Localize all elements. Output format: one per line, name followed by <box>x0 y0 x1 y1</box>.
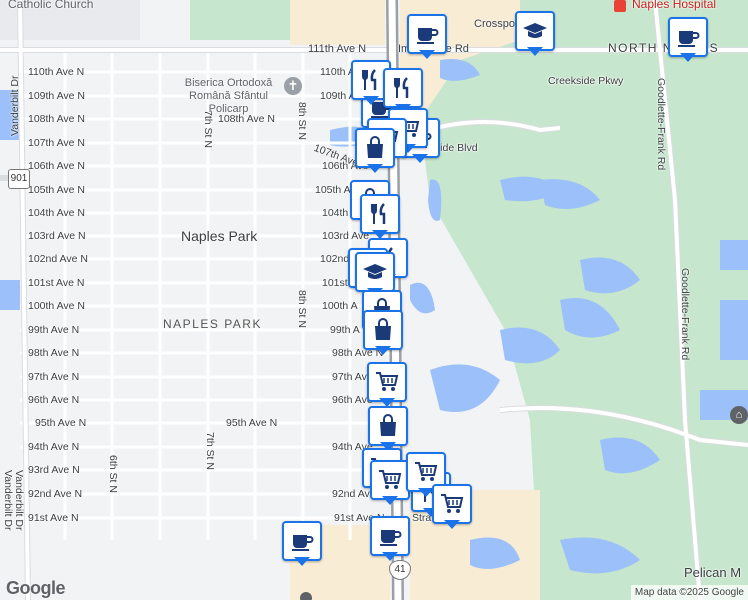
avenue-label-east: 100th A <box>322 300 358 312</box>
map-marker-school[interactable] <box>515 11 555 57</box>
street-8th-north: 8th St N <box>296 102 308 140</box>
avenue-label-west: 109th Ave N <box>28 90 86 102</box>
avenue-label-west: 91st Ave N <box>28 512 79 524</box>
cafe-icon <box>668 17 708 57</box>
avenue-label-west: 98th Ave N <box>28 347 80 359</box>
avenue-label-west: 106th Ave N <box>28 160 86 172</box>
map-marker-cafe[interactable] <box>668 17 708 63</box>
street-goodlette: Goodlette-Frank Rd <box>655 78 667 171</box>
school-icon <box>515 11 555 51</box>
avenue-label-west: 95th Ave N <box>35 417 87 429</box>
restaurant-icon <box>383 68 423 108</box>
avenue-label-east: 104th <box>322 207 349 219</box>
marker-tip <box>363 96 379 105</box>
avenue-label-east: 105th A <box>315 184 351 196</box>
restaurant-icon <box>360 194 400 234</box>
transit-icon <box>300 592 312 600</box>
map-marker-restaurant[interactable] <box>360 194 400 240</box>
church-icon: ✝ <box>284 77 302 95</box>
avenue-label-west: 105th Ave N <box>28 184 86 196</box>
avenue-label-west: 102nd Ave N <box>28 253 88 265</box>
cafe-icon <box>407 14 447 54</box>
avenue-label-west: 92nd Ave N <box>28 488 83 500</box>
grocery-icon <box>370 460 410 500</box>
street-creekside-pkwy: Creekside Pkwy <box>548 75 624 87</box>
grocery-icon <box>432 484 472 524</box>
poi-orthodox-church[interactable]: Biserica Ortodoxă Română Sfântul Policar… <box>171 77 286 116</box>
avenue-label-west: 99th Ave N <box>28 324 80 336</box>
neighborhood-label: Naples Park <box>181 228 258 244</box>
street-goodlette-south: Goodlette-Frank Rd <box>679 268 691 361</box>
cafe-icon <box>370 516 410 556</box>
marker-tip <box>375 346 391 355</box>
map-marker-shopping[interactable] <box>355 128 395 174</box>
poi-pelican-marsh[interactable]: Pelican M <box>684 566 741 579</box>
avenue-label-west: 97th Ave N <box>28 371 80 383</box>
avenue-label-east: 99th A <box>330 324 360 336</box>
google-logo: Google <box>6 578 66 598</box>
street-vanderbilt: Vanderbilt Dr <box>9 75 21 137</box>
street-95th-inner: 95th Ave N <box>226 417 278 429</box>
avenue-label-west: 93rd Ave N <box>28 464 80 476</box>
marker-tip <box>680 53 696 62</box>
marker-tip <box>382 552 398 561</box>
cafe-icon <box>282 521 322 561</box>
marker-tip <box>367 164 383 173</box>
avenue-label-west: 96th Ave N <box>28 394 80 406</box>
map-marker-cafe[interactable] <box>407 14 447 60</box>
street-vanderbilt-south: Vanderbilt Dr <box>2 470 14 531</box>
street-6th: 6th St N <box>107 455 119 493</box>
poi-naples-hospital[interactable]: Naples Hospital <box>632 0 716 10</box>
marker-tip <box>412 154 428 163</box>
marker-tip <box>444 520 460 529</box>
shopping-icon <box>355 128 395 168</box>
street-8th-south: 8th St N <box>296 290 308 328</box>
marker-tip <box>382 496 398 505</box>
marker-tip <box>294 557 310 566</box>
avenue-label-west: 107th Ave N <box>28 137 86 149</box>
map-marker-cafe[interactable] <box>282 521 322 567</box>
school-icon <box>355 252 395 292</box>
avenue-label-east: 102nd <box>320 253 350 265</box>
marker-tip <box>527 47 543 56</box>
avenue-label-west: 104th Ave N <box>28 207 86 219</box>
street-7th-south: 7th St N <box>204 432 216 470</box>
grocery-icon <box>367 362 407 402</box>
avenue-label-west: 94th Ave N <box>28 441 80 453</box>
avenue-label-west: 100th Ave N <box>28 300 86 312</box>
avenue-label-west: 110th Ave N <box>28 66 85 78</box>
map-attribution: Map data ©2025 Google <box>630 585 748 600</box>
map-marker-grocery[interactable] <box>367 362 407 408</box>
map-marker-grocery[interactable] <box>370 460 410 506</box>
poi-catholic-church[interactable]: Catholic Church <box>8 0 93 10</box>
map-marker-cafe[interactable] <box>370 516 410 562</box>
marker-tip <box>419 50 435 59</box>
route-shield-901: 901 <box>8 169 30 189</box>
shopping-icon <box>363 310 403 350</box>
map-canvas[interactable]: Naples Park NAPLES PARK 111th Ave N Immo… <box>0 0 748 600</box>
road-label-111th: 111th Ave N <box>308 43 367 55</box>
avenue-label-west: 101st Ave N <box>28 277 85 289</box>
museum-icon: ⌂ <box>730 406 748 424</box>
hospital-icon <box>614 0 626 12</box>
neighborhood-label-caps: NAPLES PARK <box>163 317 262 331</box>
avenue-label-west: 103rd Ave N <box>28 230 86 242</box>
street-vanderbilt-south-2: Vanderbilt Dr <box>13 470 25 531</box>
avenue-label-west: 108th Ave N <box>28 113 86 125</box>
map-marker-grocery[interactable] <box>432 484 472 530</box>
shopping-icon <box>368 406 408 446</box>
map-marker-shopping[interactable] <box>363 310 403 356</box>
map-marker-shopping[interactable] <box>368 406 408 452</box>
